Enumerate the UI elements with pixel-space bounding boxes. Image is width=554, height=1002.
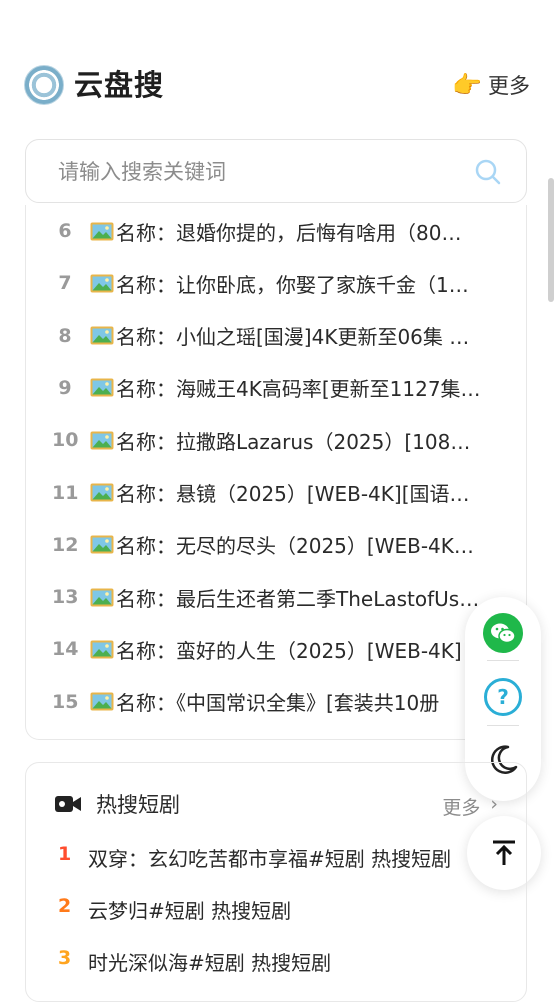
drama-title: 热搜短剧: [96, 793, 180, 817]
result-title: 名称：海贼王4K高码率[更新至1127集…: [116, 377, 481, 402]
result-row[interactable]: 14 名称：蛮好的人生（2025）[WEB-4K]: [26, 623, 528, 675]
result-number: 15: [52, 690, 79, 713]
help-icon[interactable]: ?: [481, 675, 525, 719]
more-link[interactable]: 👉 更多: [452, 70, 530, 100]
search-box: [25, 139, 527, 203]
result-row[interactable]: 12 名称：无尽的尽头（2025）[WEB-4K][…: [26, 519, 528, 571]
result-title: 名称：无尽的尽头（2025）[WEB-4K][…: [116, 534, 481, 559]
pointing-hand-icon: 👉: [452, 71, 482, 99]
result-row[interactable]: 15 名称：《中国常识全集》[套装共10册: [26, 676, 528, 728]
drama-rank: 1: [58, 843, 72, 865]
site-title[interactable]: 云盘搜: [74, 62, 164, 104]
scrollbar[interactable]: [548, 178, 554, 302]
image-icon: [90, 222, 114, 240]
result-title: 名称：蛮好的人生（2025）[WEB-4K]: [116, 638, 462, 663]
image-icon: [90, 692, 114, 711]
drama-item[interactable]: 2 云梦归#短剧 热搜短剧: [26, 895, 528, 939]
result-title: 名称：退婚你提的，后悔有啥用（80…: [116, 220, 462, 245]
video-camera-icon: [55, 796, 81, 812]
result-number: 6: [58, 220, 72, 242]
result-row[interactable]: 11 名称：悬镜（2025）[WEB-4K][国语中…: [26, 467, 528, 519]
result-title: 名称：最后生还者第二季TheLastofUs…: [116, 586, 480, 611]
image-icon: [90, 431, 114, 450]
drama-header: 热搜短剧: [54, 789, 180, 819]
drama-item-text: 时光深似海#短剧 热搜短剧: [88, 951, 332, 975]
image-icon: [90, 535, 114, 554]
drama-item[interactable]: 3 时光深似海#短剧 热搜短剧: [26, 947, 528, 991]
result-title: 名称：拉撒路Lazarus（2025）[1080…: [116, 429, 481, 454]
result-row[interactable]: 10 名称：拉撒路Lazarus（2025）[1080…: [26, 414, 528, 466]
wechat-icon[interactable]: [481, 611, 525, 655]
image-icon: [90, 274, 114, 293]
search-input[interactable]: [56, 154, 460, 190]
result-title: 名称：《中国常识全集》[套装共10册: [116, 691, 440, 716]
drama-more-link[interactable]: 更多 ›: [442, 793, 498, 820]
result-row[interactable]: 9 名称：海贼王4K高码率[更新至1127集…: [26, 362, 528, 414]
chevron-right-icon: ›: [490, 793, 498, 815]
drama-item-text: 云梦归#短剧 热搜短剧: [88, 899, 292, 923]
result-number: 12: [52, 533, 79, 556]
result-number: 11: [52, 481, 79, 504]
result-row[interactable]: 8 名称：小仙之瑶[国漫]4K更新至06集 …: [26, 310, 528, 362]
svg-text:?: ?: [497, 685, 509, 709]
header: 云盘搜 👉 更多: [0, 0, 554, 140]
result-row[interactable]: 13 名称：最后生还者第二季TheLastofUs…: [26, 571, 528, 623]
result-row[interactable]: 7 名称：让你卧底，你娶了家族千金（1…: [26, 257, 528, 309]
search-icon[interactable]: [474, 158, 502, 186]
result-number: 8: [58, 324, 72, 347]
result-number: 7: [58, 272, 72, 295]
result-title: 名称：悬镜（2025）[WEB-4K][国语中…: [116, 482, 481, 506]
side-divider: [487, 725, 519, 726]
image-icon: [90, 588, 114, 607]
result-number: 14: [52, 638, 79, 661]
drama-item-text: 双穿：玄幻吃苦都市享福#短剧 热搜短剧: [88, 847, 452, 871]
image-icon: [90, 640, 114, 659]
drama-more-label: 更多: [442, 797, 481, 819]
drama-rank: 3: [58, 947, 72, 969]
image-icon: [90, 378, 114, 397]
result-title: 名称：小仙之瑶[国漫]4K更新至06集 …: [116, 325, 470, 350]
drama-item[interactable]: 1 双穿：玄幻吃苦都市享福#短剧 热搜短剧: [26, 843, 528, 887]
result-title: 名称：让你卧底，你娶了家族千金（1…: [116, 272, 469, 297]
side-divider: [487, 660, 519, 661]
image-icon: [90, 326, 114, 345]
result-number: 9: [58, 376, 72, 399]
result-number: 10: [52, 429, 79, 452]
hot-drama-card: 热搜短剧 更多 › 1 双穿：玄幻吃苦都市享福#短剧 热搜短剧 2 云梦归#短剧 热搜…: [25, 762, 527, 1002]
image-icon: [90, 483, 114, 502]
more-label: 更多: [488, 74, 530, 98]
drama-rank: 2: [58, 895, 72, 917]
result-number: 13: [52, 586, 79, 609]
result-row[interactable]: 6 名称：退婚你提的，后悔有啥用（80…: [26, 205, 528, 257]
results-list: 6 名称：退婚你提的，后悔有啥用（80… 7 名称：让你卧底，你娶了家族千金（1… 8 名…: [25, 205, 527, 740]
site-logo[interactable]: [24, 65, 64, 105]
